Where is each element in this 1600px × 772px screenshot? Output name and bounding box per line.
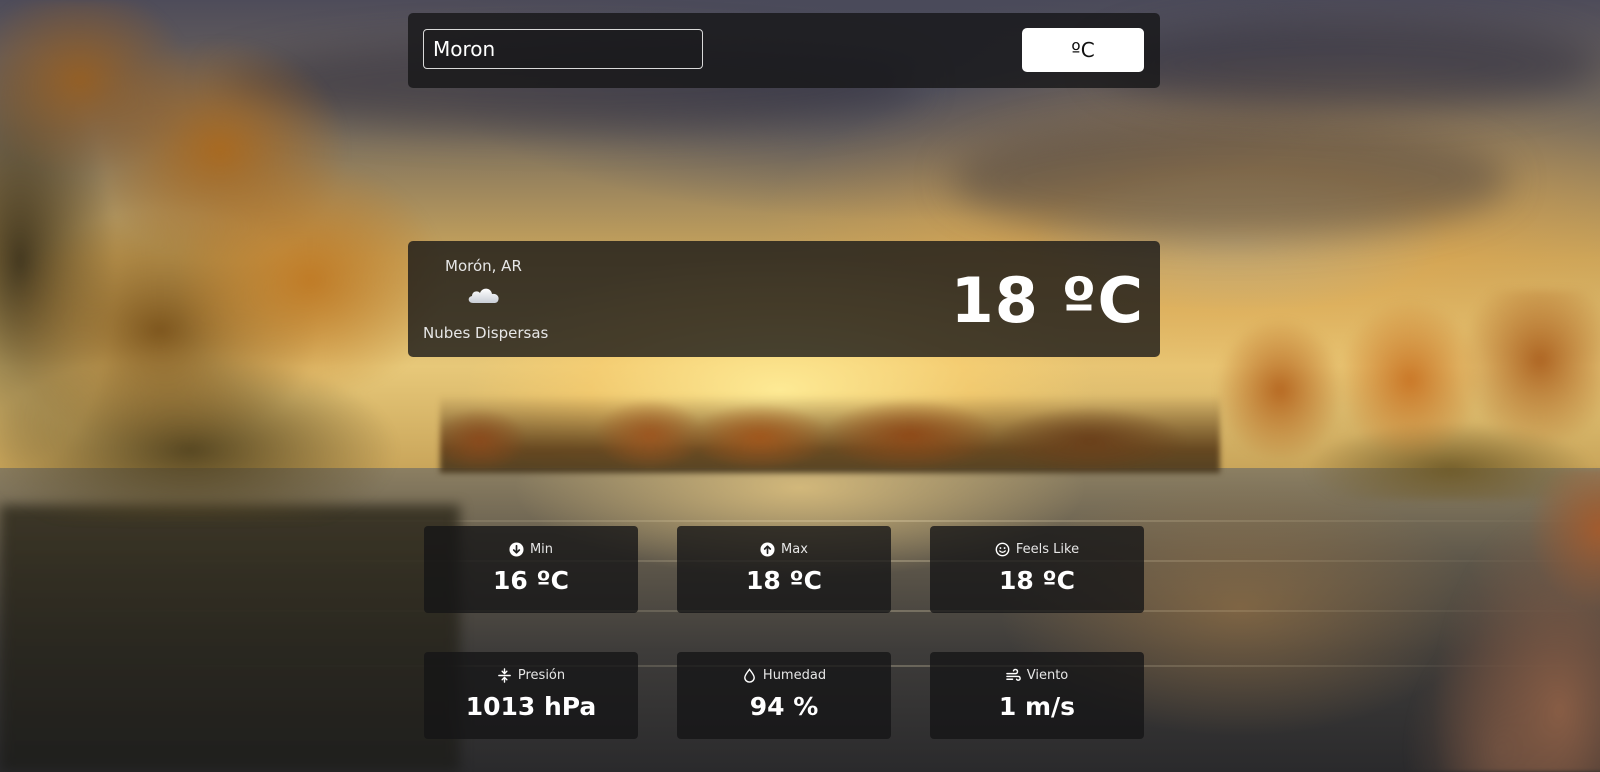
- pressure-card: Presión 1013 hPa: [424, 652, 638, 739]
- max-temp-card: Max 18 ºC: [677, 526, 891, 613]
- humidity-value: 94 %: [749, 692, 819, 721]
- distant-trees: [440, 395, 1220, 473]
- forest-reflection: [0, 505, 460, 772]
- feels-like-value: 18 ºC: [999, 566, 1075, 595]
- search-bar: ºC: [408, 13, 1160, 88]
- min-temp-card: Min 16 ºC: [424, 526, 638, 613]
- city-search-input[interactable]: [423, 29, 703, 69]
- arrow-down-circle-icon: [509, 542, 524, 557]
- feels-like-label: Feels Like: [1015, 542, 1080, 557]
- feels-like-card: Feels Like 18 ºC: [930, 526, 1144, 613]
- wind-value: 1 m/s: [998, 692, 1076, 721]
- cloud-icon: [468, 288, 499, 303]
- current-temperature: 18 ºC: [950, 264, 1144, 337]
- humidity-card: Humedad 94 %: [677, 652, 891, 739]
- wind-label: Viento: [1026, 668, 1069, 683]
- pressure-value: 1013 hPa: [465, 692, 597, 721]
- arrow-up-circle-icon: [760, 542, 775, 557]
- smiley-icon: [995, 542, 1010, 557]
- min-value: 16 ºC: [493, 566, 569, 595]
- rocky-shore: [1300, 470, 1600, 772]
- weather-description: Nubes Dispersas: [423, 324, 549, 342]
- min-label: Min: [529, 542, 554, 557]
- max-label: Max: [781, 542, 808, 557]
- droplet-icon: [744, 668, 755, 683]
- humidity-label: Humedad: [762, 668, 827, 683]
- wind-icon: [1005, 668, 1021, 681]
- right-forest: [1210, 290, 1600, 500]
- unit-toggle-button[interactable]: ºC: [1022, 28, 1144, 72]
- compress-icon: [498, 668, 511, 683]
- wind-card: Viento 1 m/s: [930, 652, 1144, 739]
- cloud: [950, 120, 1510, 240]
- max-value: 18 ºC: [746, 566, 822, 595]
- current-weather-card: Morón, AR Nubes Dispersas 18 ºC: [408, 241, 1160, 357]
- location-label: Morón, AR: [445, 257, 522, 275]
- cloud: [1100, 20, 1600, 110]
- pressure-label: Presión: [517, 668, 566, 683]
